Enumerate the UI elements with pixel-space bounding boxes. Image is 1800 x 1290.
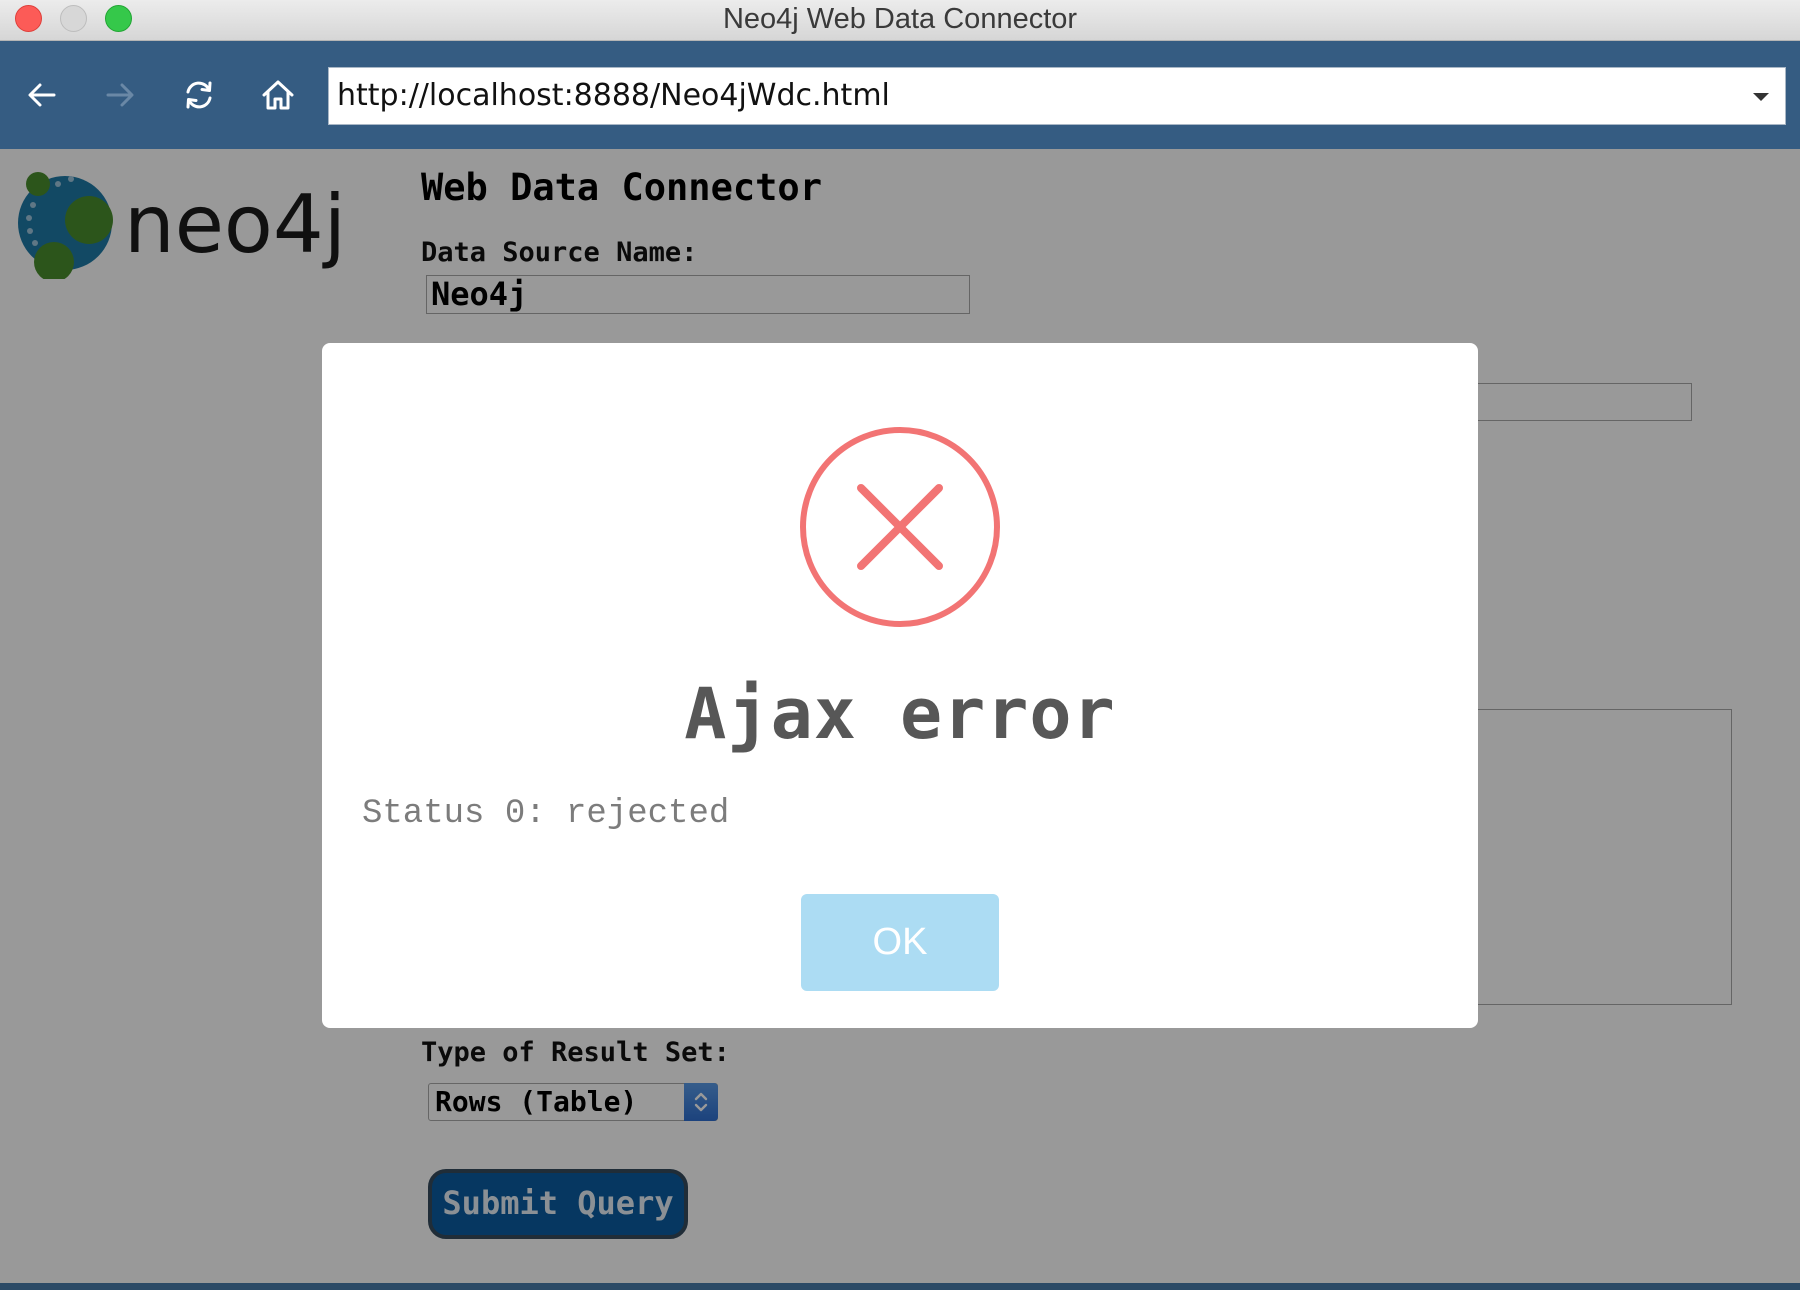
- window-title: Neo4j Web Data Connector: [722, 3, 1078, 35]
- arrow-right-icon: [106, 83, 134, 107]
- dialog-message: Status 0: rejected: [362, 795, 730, 833]
- chevron-down-icon[interactable]: [1751, 87, 1771, 107]
- url-bar[interactable]: http://localhost:8888/Neo4jWdc.html: [328, 67, 1786, 125]
- url-text: http://localhost:8888/Neo4jWdc.html: [337, 78, 890, 113]
- ok-button[interactable]: OK: [801, 894, 999, 991]
- back-button[interactable]: [18, 71, 66, 119]
- error-dialog: Ajax error Status 0: rejected OK: [322, 343, 1478, 1028]
- error-x-icon: [800, 427, 1000, 627]
- home-button[interactable]: [254, 71, 302, 119]
- forward-button[interactable]: [96, 71, 144, 119]
- dialog-title: Ajax error: [684, 673, 1116, 755]
- home-icon: [262, 80, 294, 110]
- reload-icon: [186, 81, 212, 109]
- arrow-left-icon: [28, 83, 56, 107]
- window-titlebar: Neo4j Web Data Connector: [0, 0, 1800, 41]
- browser-toolbar: http://localhost:8888/Neo4jWdc.html: [0, 41, 1800, 149]
- reload-button[interactable]: [175, 71, 223, 119]
- window-bottom-edge: [0, 1283, 1800, 1290]
